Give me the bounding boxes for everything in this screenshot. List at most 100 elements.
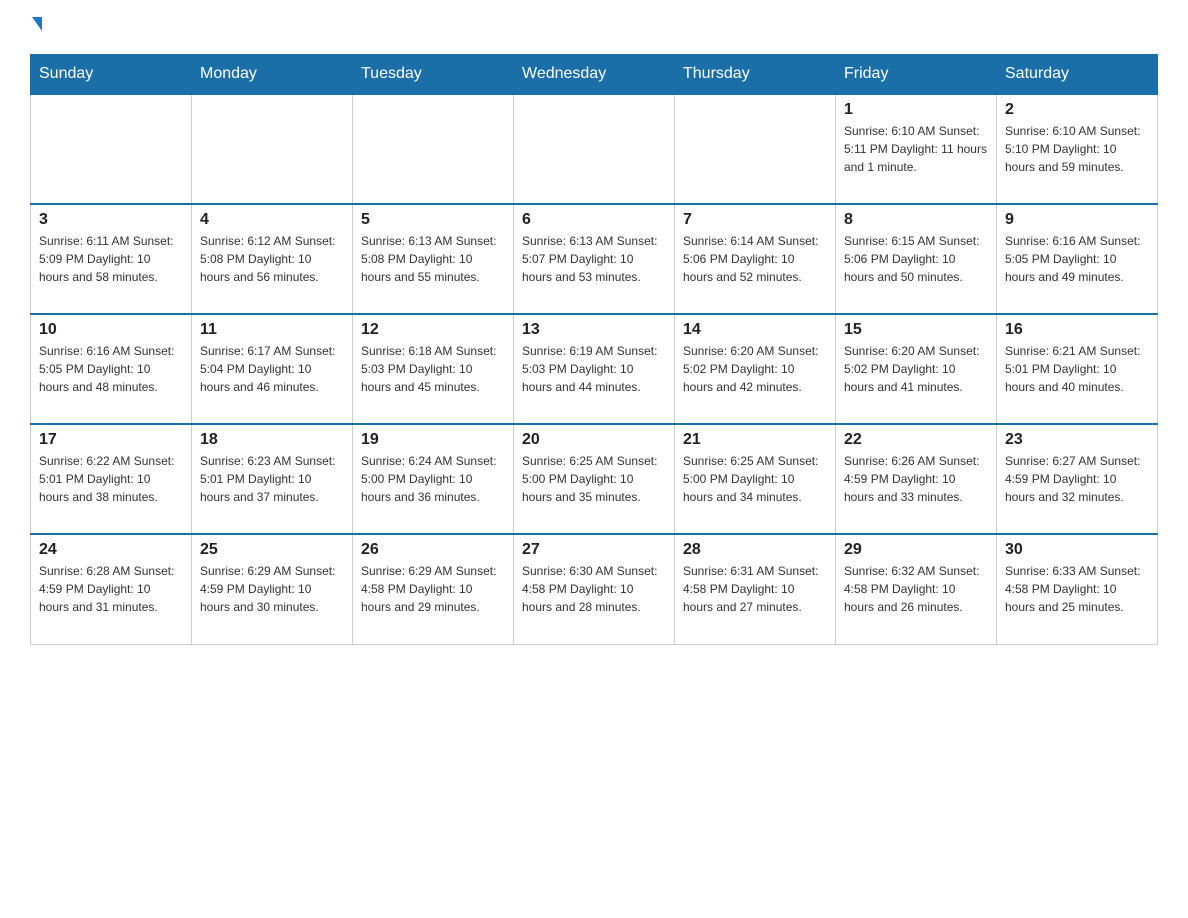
- day-number: 28: [683, 541, 827, 559]
- day-number: 24: [39, 541, 183, 559]
- calendar-week-row: 3 Sunrise: 6:11 AM Sunset: 5:09 PM Daylig…: [31, 204, 1158, 314]
- calendar-cell: 26 Sunrise: 6:29 AM Sunset: 4:58 PM Dayli…: [353, 534, 514, 644]
- calendar-cell: 30Sunrise: 6:33 AM Sunset: 4:58 PM Dayli…: [997, 534, 1158, 644]
- day-info: Sunrise: 6:29 AM Sunset: 4:58 PM Dayligh…: [361, 562, 505, 616]
- calendar-cell: 8 Sunrise: 6:15 AM Sunset: 5:06 PM Daylig…: [836, 204, 997, 314]
- calendar-cell: 24 Sunrise: 6:28 AM Sunset: 4:59 PM Dayli…: [31, 534, 192, 644]
- calendar-cell: 21Sunrise: 6:25 AM Sunset: 5:00 PM Dayli…: [675, 424, 836, 534]
- day-info: Sunrise: 6:28 AM Sunset: 4:59 PM Dayligh…: [39, 562, 183, 616]
- day-info: Sunrise: 6:10 AM Sunset: 5:11 PM Dayligh…: [844, 122, 988, 176]
- day-number: 18: [200, 431, 344, 449]
- calendar-cell: 4 Sunrise: 6:12 AM Sunset: 5:08 PM Daylig…: [192, 204, 353, 314]
- day-info: Sunrise: 6:11 AM Sunset: 5:09 PM Dayligh…: [39, 232, 183, 286]
- calendar-cell: [514, 94, 675, 204]
- calendar-cell: [31, 94, 192, 204]
- calendar-cell: 16Sunrise: 6:21 AM Sunset: 5:01 PM Dayli…: [997, 314, 1158, 424]
- logo-triangle-icon: [32, 17, 42, 31]
- calendar-cell: 27 Sunrise: 6:30 AM Sunset: 4:58 PM Dayli…: [514, 534, 675, 644]
- calendar-cell: 2 Sunrise: 6:10 AM Sunset: 5:10 PM Daylig…: [997, 94, 1158, 204]
- logo: [30, 20, 58, 34]
- day-number: 9: [1005, 211, 1149, 229]
- day-number: 19: [361, 431, 505, 449]
- calendar-cell: 23 Sunrise: 6:27 AM Sunset: 4:59 PM Dayli…: [997, 424, 1158, 534]
- calendar-cell: 3 Sunrise: 6:11 AM Sunset: 5:09 PM Daylig…: [31, 204, 192, 314]
- weekday-header-saturday: Saturday: [997, 55, 1158, 95]
- day-number: 7: [683, 211, 827, 229]
- day-number: 4: [200, 211, 344, 229]
- calendar-cell: [675, 94, 836, 204]
- calendar-cell: 5 Sunrise: 6:13 AM Sunset: 5:08 PM Daylig…: [353, 204, 514, 314]
- weekday-header-monday: Monday: [192, 55, 353, 95]
- day-number: 25: [200, 541, 344, 559]
- day-number: 17: [39, 431, 183, 449]
- day-number: 23: [1005, 431, 1149, 449]
- day-info: Sunrise: 6:31 AM Sunset: 4:58 PM Dayligh…: [683, 562, 827, 616]
- day-info: Sunrise: 6:14 AM Sunset: 5:06 PM Dayligh…: [683, 232, 827, 286]
- day-info: Sunrise: 6:10 AM Sunset: 5:10 PM Dayligh…: [1005, 122, 1149, 176]
- day-info: Sunrise: 6:17 AM Sunset: 5:04 PM Dayligh…: [200, 342, 344, 396]
- day-info: Sunrise: 6:15 AM Sunset: 5:06 PM Dayligh…: [844, 232, 988, 286]
- day-number: 12: [361, 321, 505, 339]
- day-number: 3: [39, 211, 183, 229]
- calendar-week-row: 10 Sunrise: 6:16 AM Sunset: 5:05 PM Dayli…: [31, 314, 1158, 424]
- weekday-header-row: SundayMondayTuesdayWednesdayThursdayFrid…: [31, 55, 1158, 95]
- calendar-cell: [192, 94, 353, 204]
- day-number: 26: [361, 541, 505, 559]
- day-info: Sunrise: 6:16 AM Sunset: 5:05 PM Dayligh…: [39, 342, 183, 396]
- weekday-header-tuesday: Tuesday: [353, 55, 514, 95]
- calendar-cell: 20Sunrise: 6:25 AM Sunset: 5:00 PM Dayli…: [514, 424, 675, 534]
- day-info: Sunrise: 6:22 AM Sunset: 5:01 PM Dayligh…: [39, 452, 183, 506]
- day-info: Sunrise: 6:30 AM Sunset: 4:58 PM Dayligh…: [522, 562, 666, 616]
- day-number: 14: [683, 321, 827, 339]
- weekday-header-friday: Friday: [836, 55, 997, 95]
- calendar-cell: 17 Sunrise: 6:22 AM Sunset: 5:01 PM Dayli…: [31, 424, 192, 534]
- day-info: Sunrise: 6:27 AM Sunset: 4:59 PM Dayligh…: [1005, 452, 1149, 506]
- day-info: Sunrise: 6:18 AM Sunset: 5:03 PM Dayligh…: [361, 342, 505, 396]
- day-info: Sunrise: 6:20 AM Sunset: 5:02 PM Dayligh…: [683, 342, 827, 396]
- calendar-cell: 25 Sunrise: 6:29 AM Sunset: 4:59 PM Dayli…: [192, 534, 353, 644]
- calendar-cell: [353, 94, 514, 204]
- day-number: 8: [844, 211, 988, 229]
- calendar-cell: 7 Sunrise: 6:14 AM Sunset: 5:06 PM Daylig…: [675, 204, 836, 314]
- day-number: 10: [39, 321, 183, 339]
- day-number: 2: [1005, 101, 1149, 119]
- day-info: Sunrise: 6:32 AM Sunset: 4:58 PM Dayligh…: [844, 562, 988, 616]
- calendar-cell: 29 Sunrise: 6:32 AM Sunset: 4:58 PM Dayli…: [836, 534, 997, 644]
- day-number: 13: [522, 321, 666, 339]
- calendar-cell: 12 Sunrise: 6:18 AM Sunset: 5:03 PM Dayli…: [353, 314, 514, 424]
- calendar-cell: 13Sunrise: 6:19 AM Sunset: 5:03 PM Dayli…: [514, 314, 675, 424]
- calendar-cell: 18 Sunrise: 6:23 AM Sunset: 5:01 PM Dayli…: [192, 424, 353, 534]
- day-info: Sunrise: 6:16 AM Sunset: 5:05 PM Dayligh…: [1005, 232, 1149, 286]
- day-info: Sunrise: 6:26 AM Sunset: 4:59 PM Dayligh…: [844, 452, 988, 506]
- calendar-cell: 19 Sunrise: 6:24 AM Sunset: 5:00 PM Dayli…: [353, 424, 514, 534]
- day-info: Sunrise: 6:12 AM Sunset: 5:08 PM Dayligh…: [200, 232, 344, 286]
- calendar-cell: 11 Sunrise: 6:17 AM Sunset: 5:04 PM Dayli…: [192, 314, 353, 424]
- day-info: Sunrise: 6:25 AM Sunset: 5:00 PM Dayligh…: [683, 452, 827, 506]
- day-number: 1: [844, 101, 988, 119]
- day-number: 29: [844, 541, 988, 559]
- calendar-cell: 28 Sunrise: 6:31 AM Sunset: 4:58 PM Dayli…: [675, 534, 836, 644]
- weekday-header-wednesday: Wednesday: [514, 55, 675, 95]
- day-number: 11: [200, 321, 344, 339]
- day-info: Sunrise: 6:13 AM Sunset: 5:07 PM Dayligh…: [522, 232, 666, 286]
- day-info: Sunrise: 6:24 AM Sunset: 5:00 PM Dayligh…: [361, 452, 505, 506]
- day-number: 27: [522, 541, 666, 559]
- day-number: 5: [361, 211, 505, 229]
- calendar-week-row: 1 Sunrise: 6:10 AM Sunset: 5:11 PM Daylig…: [31, 94, 1158, 204]
- day-info: Sunrise: 6:20 AM Sunset: 5:02 PM Dayligh…: [844, 342, 988, 396]
- day-info: Sunrise: 6:13 AM Sunset: 5:08 PM Dayligh…: [361, 232, 505, 286]
- calendar-table: SundayMondayTuesdayWednesdayThursdayFrid…: [30, 54, 1158, 645]
- calendar-cell: 1 Sunrise: 6:10 AM Sunset: 5:11 PM Daylig…: [836, 94, 997, 204]
- calendar-week-row: 17 Sunrise: 6:22 AM Sunset: 5:01 PM Dayli…: [31, 424, 1158, 534]
- day-number: 22: [844, 431, 988, 449]
- calendar-cell: 10 Sunrise: 6:16 AM Sunset: 5:05 PM Dayli…: [31, 314, 192, 424]
- day-info: Sunrise: 6:23 AM Sunset: 5:01 PM Dayligh…: [200, 452, 344, 506]
- day-info: Sunrise: 6:29 AM Sunset: 4:59 PM Dayligh…: [200, 562, 344, 616]
- calendar-cell: 15Sunrise: 6:20 AM Sunset: 5:02 PM Dayli…: [836, 314, 997, 424]
- page-header: [30, 20, 1158, 34]
- calendar-week-row: 24 Sunrise: 6:28 AM Sunset: 4:59 PM Dayli…: [31, 534, 1158, 644]
- day-number: 6: [522, 211, 666, 229]
- calendar-cell: 9 Sunrise: 6:16 AM Sunset: 5:05 PM Daylig…: [997, 204, 1158, 314]
- day-number: 20: [522, 431, 666, 449]
- calendar-cell: 6 Sunrise: 6:13 AM Sunset: 5:07 PM Daylig…: [514, 204, 675, 314]
